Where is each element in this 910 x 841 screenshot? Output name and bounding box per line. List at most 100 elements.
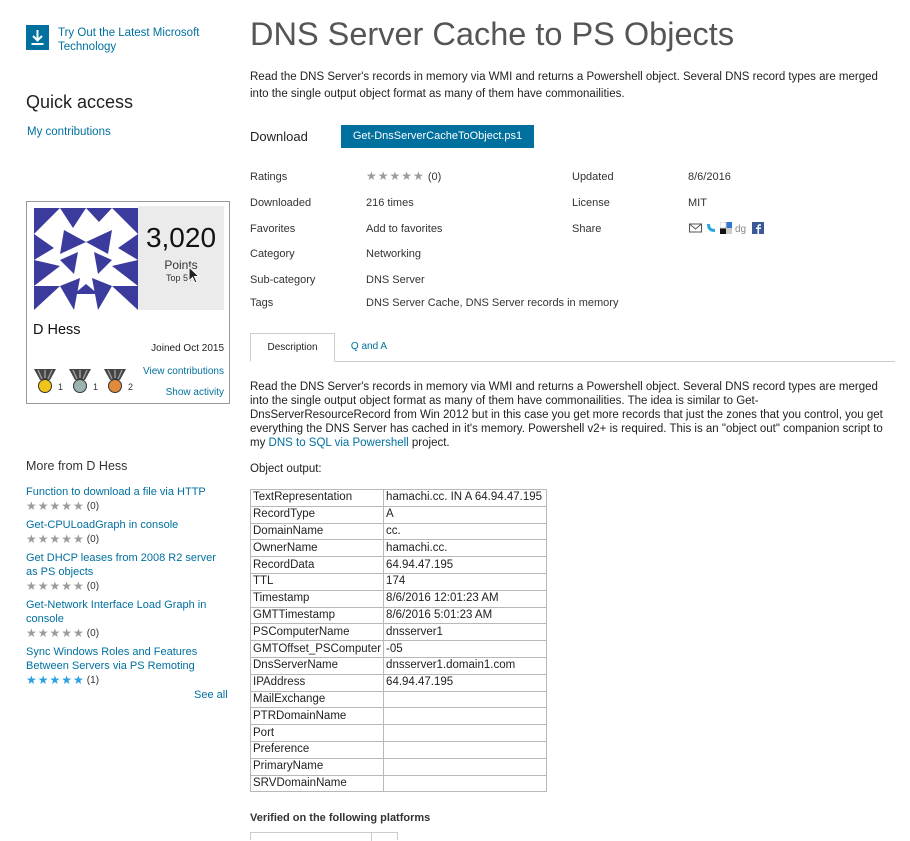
more-from-rating: ★★★★★ (0) bbox=[26, 627, 230, 639]
more-from-link[interactable]: Get DHCP leases from 2008 R2 server as P… bbox=[26, 551, 230, 579]
tab-description[interactable]: Description bbox=[250, 333, 335, 362]
rating-stars: ★★★★★ bbox=[26, 579, 85, 593]
medal-badge: 1 bbox=[68, 368, 98, 394]
object-output-table: TextRepresentation hamachi.cc. IN A 64.94… bbox=[249, 489, 548, 793]
more-from-title: More from D Hess bbox=[26, 459, 128, 473]
rating-count: (1) bbox=[86, 674, 100, 686]
tags-links[interactable]: DNS Server Cache, DNS Server records in … bbox=[366, 297, 618, 309]
more-from-link[interactable]: Get-CPULoadGraph in console bbox=[26, 518, 230, 532]
download-label: Download bbox=[250, 129, 308, 144]
subcategory-label: Sub-category bbox=[250, 274, 316, 286]
property-value: 8/6/2016 5:01:23 AM bbox=[383, 606, 548, 625]
more-from-list: Function to download a file via HTTP ★★★★… bbox=[26, 485, 230, 692]
property-value bbox=[383, 774, 548, 793]
twitter-icon[interactable] bbox=[705, 222, 717, 237]
show-activity-link[interactable]: Show activity bbox=[166, 387, 224, 398]
favorites-label: Favorites bbox=[250, 223, 296, 235]
add-to-favorites-link[interactable]: Add to favorites bbox=[366, 223, 442, 235]
digg-icon[interactable]: dg bbox=[735, 222, 749, 237]
more-from-rating: ★★★★★ (1) bbox=[26, 674, 230, 686]
profile-card: 3,020 Points Top 5% D Hess Joined Oct 20… bbox=[26, 201, 230, 404]
license-label: License bbox=[572, 197, 610, 209]
delicious-icon[interactable] bbox=[719, 221, 732, 237]
rating-stars: ★★★★★ bbox=[26, 673, 85, 687]
view-contributions-link[interactable]: View contributions bbox=[143, 366, 224, 377]
property-name: PSComputerName bbox=[249, 623, 385, 642]
table-row: PSComputerName dnsserver1 bbox=[249, 623, 548, 642]
email-icon[interactable] bbox=[689, 222, 702, 237]
page-title: DNS Server Cache to PS Objects bbox=[250, 16, 735, 52]
points-rank: Top 5% bbox=[165, 273, 197, 283]
rating-stars: ★★★★★ bbox=[26, 626, 85, 640]
table-row: GMTTimestamp 8/6/2016 5:01:23 AM bbox=[249, 606, 548, 625]
property-name: TTL bbox=[249, 572, 385, 591]
points-value: 3,020 bbox=[145, 222, 217, 253]
more-from-link[interactable]: Sync Windows Roles and Features Between … bbox=[26, 645, 230, 673]
medal-badge: 2 bbox=[103, 368, 133, 394]
property-name: GMTTimestamp bbox=[249, 606, 385, 625]
medal-count: 1 bbox=[58, 382, 64, 392]
license-link[interactable]: MIT bbox=[688, 197, 707, 209]
medal-icon bbox=[69, 369, 92, 393]
property-name: RecordType bbox=[249, 505, 385, 524]
more-from-rating: ★★★★★ (0) bbox=[26, 500, 230, 512]
property-name: Timestamp bbox=[249, 589, 385, 608]
points-box: 3,020 Points Top 5% bbox=[138, 206, 224, 310]
property-value: 174 bbox=[383, 572, 548, 591]
property-name: SRVDomainName bbox=[249, 774, 385, 793]
more-from-link[interactable]: Get-Network Interface Load Graph in cons… bbox=[26, 598, 230, 626]
table-row: TTL 174 bbox=[249, 572, 548, 591]
my-contributions-link[interactable]: My contributions bbox=[27, 126, 111, 138]
more-from-item: Get-CPULoadGraph in console ★★★★★ (0) bbox=[26, 518, 230, 545]
updated-value: 8/6/2016 bbox=[688, 171, 731, 183]
medal-icon bbox=[104, 369, 127, 393]
table-row: RecordData 64.94.47.195 bbox=[249, 556, 548, 574]
more-from-item: Function to download a file via HTTP ★★★★… bbox=[26, 485, 230, 512]
promo-text[interactable]: Try Out the Latest Microsoft Technology bbox=[58, 26, 226, 54]
share-icons: dg bbox=[689, 221, 767, 237]
share-label: Share bbox=[572, 223, 602, 235]
medal-count: 1 bbox=[93, 382, 99, 392]
category-link[interactable]: Networking bbox=[366, 248, 421, 260]
rating-count: (0) bbox=[86, 580, 100, 592]
verified-platforms-heading: Verified on the following platforms bbox=[250, 812, 431, 824]
property-name: RecordData bbox=[249, 556, 385, 574]
tab-q-and-a[interactable]: Q and A bbox=[335, 333, 403, 362]
subcategory-link[interactable]: DNS Server bbox=[366, 274, 425, 286]
table-row: MailExchange bbox=[249, 690, 548, 709]
svg-text:dg: dg bbox=[735, 224, 746, 234]
property-value: A bbox=[383, 505, 548, 524]
property-name: GMTOffset_PSComputer bbox=[249, 640, 385, 658]
dns-to-sql-link[interactable]: DNS to SQL via Powershell bbox=[269, 437, 409, 449]
table-row: GMTOffset_PSComputer -05 bbox=[249, 640, 548, 658]
property-name: TextRepresentation bbox=[249, 489, 385, 507]
category-label: Category bbox=[250, 248, 295, 260]
avatar[interactable] bbox=[34, 208, 138, 310]
property-value: 8/6/2016 12:01:23 AM bbox=[383, 589, 548, 608]
object-output-label: Object output: bbox=[250, 463, 322, 475]
rating-stars: ★★★★★ bbox=[366, 169, 425, 183]
promo-link[interactable]: Try Out the Latest Microsoft Technology bbox=[26, 25, 226, 54]
rating-count: (0) bbox=[427, 171, 442, 183]
profile-name[interactable]: D Hess bbox=[33, 322, 81, 338]
tags-label: Tags bbox=[250, 297, 274, 309]
table-row: Port bbox=[249, 724, 548, 742]
property-name: DomainName bbox=[249, 522, 385, 541]
download-icon bbox=[26, 25, 49, 50]
property-value bbox=[383, 757, 548, 776]
points-label: Points bbox=[164, 258, 198, 272]
updated-label: Updated bbox=[572, 171, 614, 183]
more-from-link[interactable]: Function to download a file via HTTP bbox=[26, 485, 230, 499]
see-all-link[interactable]: See all bbox=[194, 689, 228, 701]
rating-count: (0) bbox=[86, 533, 100, 545]
table-row: Preference bbox=[249, 740, 548, 759]
download-button[interactable]: Get-DnsServerCacheToObject.ps1 bbox=[341, 125, 534, 148]
table-row: DomainName cc. bbox=[249, 522, 548, 541]
more-from-item: Sync Windows Roles and Features Between … bbox=[26, 645, 230, 686]
table-row: IPAddress 64.94.47.195 bbox=[249, 673, 548, 692]
property-value bbox=[383, 724, 548, 742]
property-value: -05 bbox=[383, 640, 548, 658]
downloaded-value: 216 times bbox=[366, 197, 414, 209]
facebook-icon[interactable] bbox=[752, 222, 764, 237]
property-value bbox=[383, 740, 548, 759]
